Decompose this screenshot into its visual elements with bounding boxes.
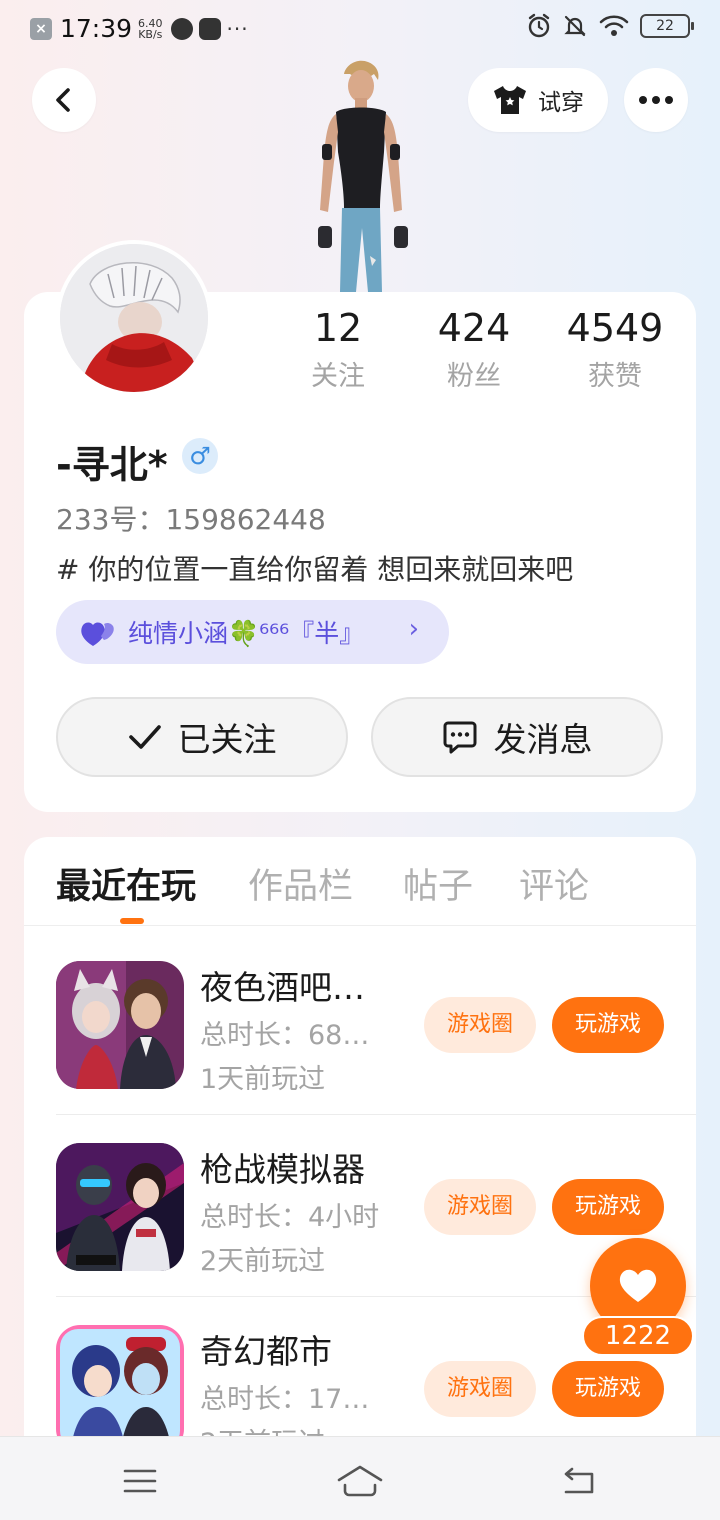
status-time: 17:39	[60, 14, 133, 43]
chevron-left-icon	[56, 88, 70, 112]
nav-back-button[interactable]	[556, 1461, 604, 1501]
chevron-right-icon: ›	[408, 614, 419, 644]
relation-chip[interactable]: 纯情小涵🍀⁶⁶⁶『半』 ›	[56, 600, 449, 664]
mute-bell-icon	[564, 15, 586, 37]
followed-button[interactable]: 已关注	[56, 697, 348, 777]
alarm-icon	[528, 13, 550, 38]
game-row[interactable]: 夜色酒吧… 总时长：68… 1天前玩过 游戏圈 玩游戏	[56, 961, 696, 1143]
battery-indicator: 22	[640, 14, 694, 38]
heart-icon	[619, 1269, 657, 1302]
game-duration: 总时长：17…	[200, 1384, 370, 1415]
stat-followers-value: 424	[437, 306, 511, 350]
check-icon	[128, 725, 161, 749]
play-game-button[interactable]: 玩游戏	[552, 1361, 664, 1417]
game-circle-button[interactable]: 游戏圈	[424, 997, 536, 1053]
tab-posts[interactable]: 帖子	[403, 858, 473, 909]
relation-text: 纯情小涵🍀⁶⁶⁶『半』	[128, 619, 365, 648]
more-notifications: ···	[226, 16, 249, 41]
network-speed: 6.40 KB/s	[138, 18, 163, 40]
nav-home-button[interactable]	[336, 1461, 384, 1501]
notification-close-icon: ×	[30, 17, 52, 40]
tab-comments[interactable]: 评论	[519, 858, 589, 909]
try-on-label: 试穿	[538, 90, 584, 116]
gender-male-icon: ♂	[182, 438, 218, 474]
more-dots-icon	[639, 96, 673, 104]
tshirt-icon	[494, 86, 526, 114]
tab-divider	[24, 925, 696, 926]
menu-icon	[123, 1469, 157, 1493]
tab-works[interactable]: 作品栏	[248, 858, 353, 909]
game-duration: 总时长：4小时	[200, 1202, 380, 1233]
game-name: 夜色酒吧…	[200, 968, 365, 1007]
game-name: 枪战模拟器	[200, 1150, 365, 1189]
try-on-button[interactable]: 试穿	[468, 68, 608, 132]
status-bar: × 17:39 6.40 KB/s ··· 22	[0, 0, 720, 56]
tiktok-notification-icon	[198, 17, 221, 40]
game-icon-art	[56, 1143, 184, 1271]
network-speed-value: 6.40	[138, 16, 163, 30]
chat-bubble-icon	[443, 721, 476, 754]
nav-menu-button[interactable]	[116, 1461, 164, 1501]
stat-likes-value: 4549	[566, 306, 664, 350]
game-last-played: 1天前玩过	[200, 1064, 326, 1095]
nickname: -寻北*	[56, 443, 168, 487]
send-message-button[interactable]: 发消息	[371, 697, 663, 777]
stat-following-value: 12	[313, 306, 363, 350]
system-nav-bar	[0, 1436, 720, 1520]
game-duration: 总时长：68…	[200, 1020, 370, 1051]
wifi-icon	[599, 15, 629, 36]
play-game-button[interactable]: 玩游戏	[552, 1179, 664, 1235]
avatar[interactable]	[56, 240, 212, 396]
back-arrow-icon	[564, 1467, 594, 1494]
app-notification-icon	[170, 17, 193, 40]
stat-likes-label: 获赞	[588, 361, 642, 392]
followed-label: 已关注	[177, 720, 277, 759]
avatar-image	[60, 244, 208, 392]
stat-following[interactable]: 12 关注	[308, 306, 368, 393]
account-id[interactable]: 233号：159862448	[56, 498, 326, 538]
game-last-played: 2天前玩过	[200, 1246, 326, 1277]
hearts-icon	[81, 622, 114, 646]
row-divider	[56, 1114, 696, 1115]
stat-following-label: 关注	[311, 361, 365, 392]
play-game-button[interactable]: 玩游戏	[552, 997, 664, 1053]
game-circle-button[interactable]: 游戏圈	[424, 1361, 536, 1417]
game-icon[interactable]	[56, 961, 184, 1089]
game-circle-button[interactable]: 游戏圈	[424, 1179, 536, 1235]
game-icon-art	[56, 1325, 184, 1453]
stat-followers[interactable]: 424 粉丝	[428, 306, 520, 393]
stat-likes[interactable]: 4549 获赞	[562, 306, 668, 393]
network-speed-unit: KB/s	[138, 27, 163, 41]
home-icon	[337, 1465, 383, 1497]
more-button[interactable]	[624, 68, 688, 132]
game-icon[interactable]	[56, 1325, 184, 1453]
game-icon[interactable]	[56, 1143, 184, 1271]
like-count: 1222	[582, 1316, 694, 1356]
back-button[interactable]	[32, 68, 96, 132]
game-name: 奇幻都市	[200, 1332, 332, 1371]
avatar-3d-figure[interactable]	[298, 56, 426, 292]
tab-active-indicator	[120, 918, 144, 924]
signature: # 你的位置一直给你留着 想回来就回来吧	[56, 553, 574, 586]
tab-recently-played[interactable]: 最近在玩	[56, 858, 196, 909]
stat-followers-label: 粉丝	[447, 361, 501, 392]
game-icon-art	[56, 961, 184, 1089]
send-message-label: 发消息	[493, 720, 593, 759]
